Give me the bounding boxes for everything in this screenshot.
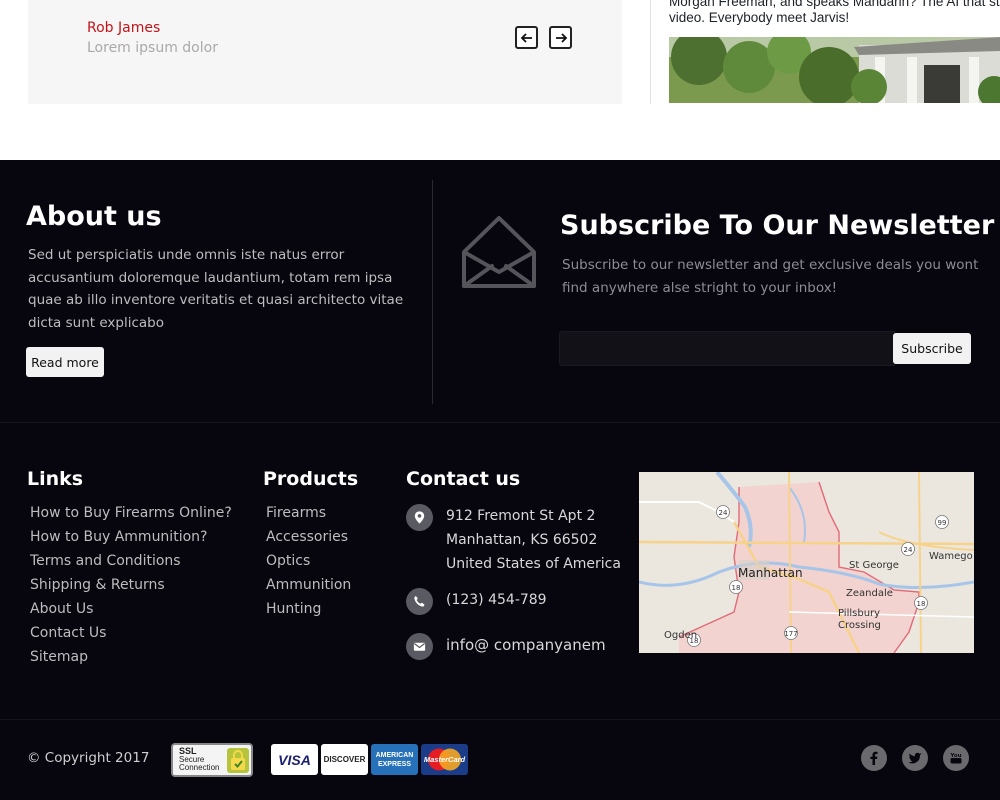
route-24-shield: 24: [719, 509, 728, 517]
page: Rob James Lorem ipsum dolor Morgan Freem…: [0, 0, 1000, 800]
newsletter-title: Subscribe To Our Newsletter: [560, 210, 995, 241]
location-map[interactable]: 24 99 24 18 18 177 18 Manhattan St Georg…: [639, 472, 974, 653]
link-sitemap[interactable]: Sitemap: [30, 645, 232, 669]
section-divider: [432, 180, 433, 404]
route-177-shield: 177: [784, 630, 797, 638]
amex-card-icon: AMERICAN EXPRESS: [371, 744, 418, 775]
amex-label-2: EXPRESS: [377, 760, 412, 768]
route-18b-shield: 18: [917, 600, 926, 608]
copyright-text: © Copyright 2017: [27, 750, 150, 766]
map-label-crossing: Crossing: [838, 620, 881, 631]
post-photo[interactable]: [669, 37, 1000, 103]
map-graphic: 24 99 24 18 18 177 18 Manhattan St Georg…: [639, 472, 974, 653]
map-label-pillsbury: Pillsbury: [838, 608, 880, 619]
email-address[interactable]: info@ companyanem: [446, 633, 606, 657]
ssl-badge: SSL Secure Connection: [171, 743, 253, 777]
house-photo-image: [669, 37, 1000, 103]
mastercard-label: MasterCard: [423, 755, 466, 764]
social-post-preview[interactable]: Morgan Freeman, and speaks Mandarin? The…: [650, 0, 1000, 104]
subscribe-button[interactable]: Subscribe: [893, 333, 971, 364]
caption-line-2: video. Everybody meet Jarvis!: [669, 10, 850, 25]
route-24b-shield: 24: [904, 546, 913, 554]
address-line-1: 912 Fremont St Apt 2: [446, 508, 596, 524]
link-how-to-buy-firearms[interactable]: How to Buy Firearms Online?: [30, 501, 232, 525]
link-contact-us[interactable]: Contact Us: [30, 621, 232, 645]
link-how-to-buy-ammunition[interactable]: How to Buy Ammunition?: [30, 525, 232, 549]
contact-title: Contact us: [406, 468, 521, 490]
map-pin-icon: [406, 504, 433, 531]
address-line-3: United States of America: [446, 556, 621, 572]
twitter-icon[interactable]: [902, 745, 928, 771]
product-link-accessories[interactable]: Accessories: [266, 525, 351, 549]
mastercard-card-icon: MasterCard: [421, 744, 468, 775]
mail-icon: [406, 633, 433, 660]
testimonial-author-role: Lorem ipsum dolor: [87, 40, 218, 56]
link-shipping-returns[interactable]: Shipping & Returns: [30, 573, 232, 597]
about-section: About us Sed ut perspiciatis unde omnis …: [26, 200, 416, 334]
social-post-caption: Morgan Freeman, and speaks Mandarin? The…: [669, 0, 1000, 26]
youtube-icon[interactable]: You: [943, 745, 969, 771]
ssl-badge-text: SSL Secure Connection: [179, 747, 219, 772]
visa-card-icon: VISA: [271, 744, 318, 775]
address-text: 912 Fremont St Apt 2 Manhattan, KS 66502…: [446, 504, 621, 576]
footer-divider: [0, 422, 1000, 423]
testimonial-author-name: Rob James: [87, 20, 161, 36]
read-more-button[interactable]: Read more: [26, 347, 104, 377]
route-99-shield: 99: [938, 519, 947, 527]
phone-number[interactable]: (123) 454-789: [446, 588, 547, 612]
product-link-firearms[interactable]: Firearms: [266, 501, 351, 525]
newsletter-email-input[interactable]: [559, 331, 895, 366]
address-line-2: Manhattan, KS 66502: [446, 532, 598, 548]
arrow-left-icon: [520, 32, 532, 43]
links-title: Links: [27, 468, 84, 490]
testimonial-prev-button[interactable]: [515, 26, 538, 49]
product-link-ammunition[interactable]: Ammunition: [266, 573, 351, 597]
discover-label: DISCOVER: [323, 755, 366, 764]
links-list: How to Buy Firearms Online? How to Buy A…: [30, 501, 232, 669]
route-18-shield: 18: [732, 584, 741, 592]
phone-icon: [406, 588, 433, 615]
product-link-hunting[interactable]: Hunting: [266, 597, 351, 621]
map-label-manhattan: Manhattan: [738, 566, 803, 580]
discover-card-icon: DISCOVER: [321, 744, 368, 775]
contact-phone: (123) 454-789: [406, 588, 547, 615]
ssl-line-3: Connection: [179, 763, 220, 772]
arrow-right-icon: [555, 32, 567, 43]
products-list: Firearms Accessories Optics Ammunition H…: [266, 501, 351, 621]
amex-label-1: AMERICAN: [375, 751, 414, 759]
link-terms-and-conditions[interactable]: Terms and Conditions: [30, 549, 232, 573]
map-label-zeandale: Zeandale: [846, 588, 893, 599]
map-label-st-george: St George: [849, 560, 899, 571]
lock-icon: [227, 748, 249, 773]
products-title: Products: [263, 468, 359, 490]
contact-email: info@ companyanem: [406, 633, 606, 660]
map-label-ogden: Ogden: [664, 630, 697, 641]
testimonial-card: Rob James Lorem ipsum dolor: [28, 0, 622, 104]
facebook-icon[interactable]: [861, 745, 887, 771]
site-footer: About us Sed ut perspiciatis unde omnis …: [0, 160, 1000, 800]
about-title: About us: [26, 201, 162, 232]
map-label-wamego: Wamego: [929, 551, 973, 562]
product-link-optics[interactable]: Optics: [266, 549, 351, 573]
caption-line-1: Morgan Freeman, and speaks Mandarin? The…: [669, 0, 1000, 9]
contact-address: 912 Fremont St Apt 2 Manhattan, KS 66502…: [406, 504, 621, 576]
link-about-us[interactable]: About Us: [30, 597, 232, 621]
testimonial-next-button[interactable]: [549, 26, 572, 49]
envelope-icon: [462, 216, 536, 288]
about-text: Sed ut perspiciatis unde omnis iste natu…: [28, 247, 404, 331]
bottom-divider: [0, 719, 1000, 720]
newsletter-subtitle: Subscribe to our newsletter and get excl…: [562, 257, 979, 296]
